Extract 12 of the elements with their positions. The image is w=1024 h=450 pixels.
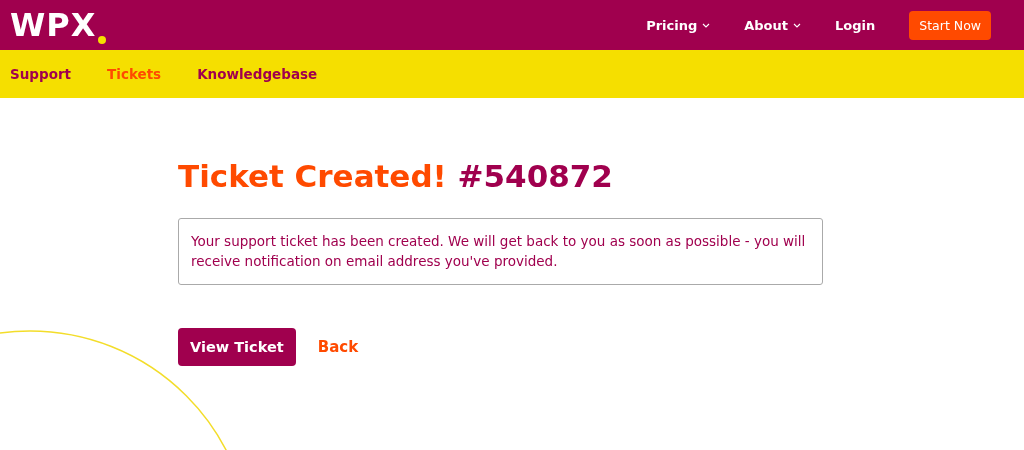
chevron-down-icon	[793, 22, 802, 28]
logo-dot-icon	[98, 36, 107, 44]
nav-link[interactable]: Login	[835, 17, 876, 33]
view-ticket-button[interactable]: View Ticket	[178, 328, 296, 366]
ticket-number: #540872	[457, 158, 613, 194]
page-title: Ticket Created!	[178, 158, 447, 194]
sub-nav-tab[interactable]: Support	[10, 66, 72, 82]
sub-nav-tab[interactable]: Knowledgebase	[197, 66, 318, 82]
chevron-down-icon	[702, 22, 711, 28]
confirmation-message: Your support ticket has been created. We will get back to you as soon as possible - you will receive notification on email address you've provided.	[191, 233, 806, 269]
nav-link[interactable]: About	[744, 17, 802, 33]
nav-link[interactable]: Pricing	[646, 17, 711, 33]
